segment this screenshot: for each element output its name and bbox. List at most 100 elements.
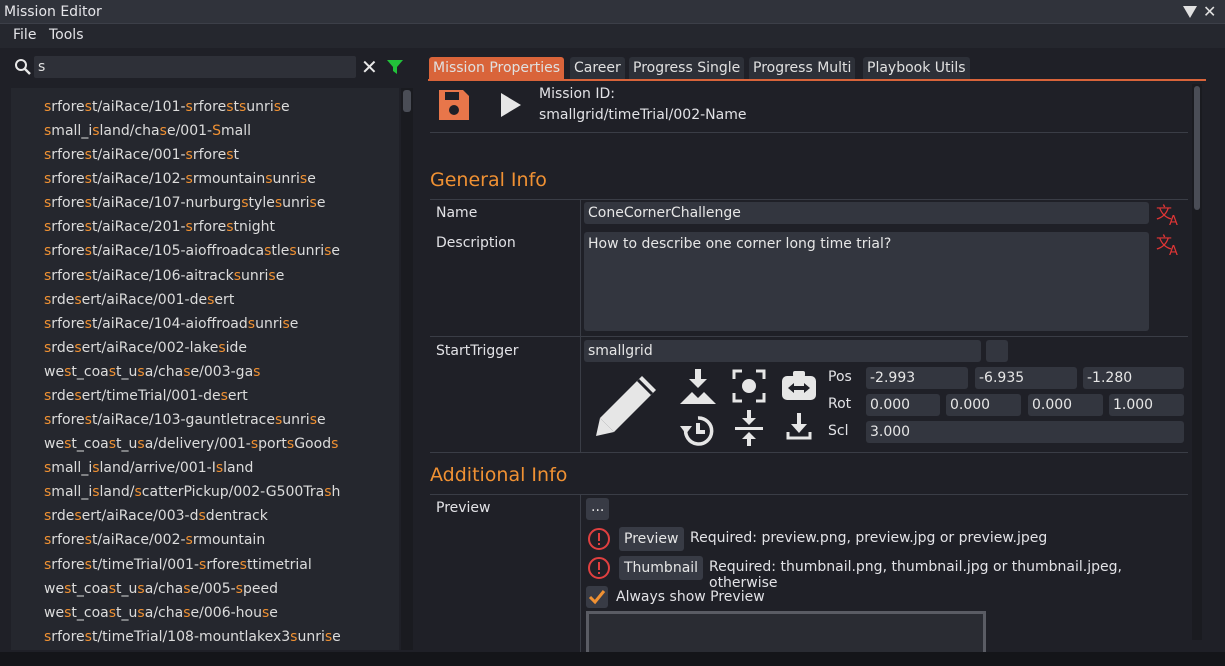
mission-list-item[interactable]: srforest/aiRace/101-srforestsunrise xyxy=(44,97,290,117)
name-field[interactable]: ConeCornerChallenge xyxy=(584,202,1149,224)
mission-list-item[interactable]: srforest/aiRace/002-srmountain xyxy=(44,530,265,550)
description-label: Description xyxy=(436,235,516,251)
menu-tools[interactable]: Tools xyxy=(49,27,84,43)
rot-x-field[interactable]: 0.000 xyxy=(866,394,940,416)
focus-camera-icon[interactable] xyxy=(732,369,766,403)
tab-progress-multi[interactable]: Progress Multi xyxy=(749,57,856,79)
rot-y-field[interactable]: 0.000 xyxy=(946,394,1021,416)
svg-text:A: A xyxy=(1169,214,1178,227)
tab-underline xyxy=(428,79,1206,81)
collapse-icon[interactable] xyxy=(1182,5,1198,19)
general-info-heading: General Info xyxy=(430,169,547,191)
status-bar xyxy=(0,652,1225,666)
rot-z-field[interactable]: 0.000 xyxy=(1028,394,1103,416)
always-show-preview-checkbox[interactable] xyxy=(586,586,608,608)
snap-down-icon[interactable] xyxy=(784,412,814,442)
divider xyxy=(430,452,1188,453)
translate-icon[interactable]: 文A xyxy=(1156,203,1182,227)
mission-editor-window: Mission Editor ✕ File Tools ✕ srforest/a… xyxy=(0,0,1225,666)
mission-list-item[interactable]: srforest/timeTrial/108-mountlakex3sunris… xyxy=(44,627,341,647)
scl-field[interactable]: 3.000 xyxy=(866,421,1184,443)
mission-list-item[interactable]: srdesert/timeTrial/001-desert xyxy=(44,386,248,406)
pos-y-field[interactable]: -6.935 xyxy=(975,367,1077,389)
thumbnail-button[interactable]: Thumbnail xyxy=(619,556,704,580)
mission-list-item[interactable]: srdesert/aiRace/002-lakeside xyxy=(44,338,247,358)
mission-list-item[interactable]: srforest/aiRace/107-nurburgstylesunrise xyxy=(44,193,325,213)
mission-list-item[interactable]: srforest/aiRace/104-aioffroadsunrise xyxy=(44,314,298,334)
mission-list-item[interactable]: srforest/aiRace/001-srforest xyxy=(44,145,239,165)
edit-pencil-icon[interactable] xyxy=(594,372,660,438)
clear-search-icon[interactable]: ✕ xyxy=(361,56,378,78)
mission-list-item[interactable]: small_island/chase/001-Small xyxy=(44,121,251,141)
mission-id-value: smallgrid/timeTrial/002-Name xyxy=(539,107,747,123)
mission-list-item[interactable]: west_coast_usa/chase/005-speed xyxy=(44,579,278,599)
tab-progress-single[interactable]: Progress Single xyxy=(629,57,745,79)
mission-list-item[interactable]: srforest/timeTrial/001-srforesttimetrial xyxy=(44,555,312,575)
window-title: Mission Editor xyxy=(4,4,102,20)
thumbnail-requirement-text: Required: thumbnail.png, thumbnail.jpg o… xyxy=(709,559,1122,591)
name-label: Name xyxy=(436,205,478,221)
divider xyxy=(430,132,1188,133)
drop-to-ground-icon[interactable] xyxy=(678,368,718,408)
search-input[interactable] xyxy=(34,56,356,78)
mission-id-label: Mission ID: xyxy=(539,86,615,102)
reset-rotation-icon[interactable] xyxy=(678,412,718,446)
mission-list-item[interactable]: srforest/aiRace/102-srmountainsunrise xyxy=(44,169,316,189)
divider xyxy=(430,494,1188,495)
search-icon xyxy=(15,59,31,75)
scale-icon[interactable] xyxy=(780,370,818,402)
start-trigger-label: StartTrigger xyxy=(436,343,519,359)
close-icon[interactable]: ✕ xyxy=(1203,4,1216,20)
column-divider xyxy=(580,200,581,340)
mission-list-item[interactable]: srdesert/aiRace/003-dsdentrack xyxy=(44,506,268,526)
menu-bar: File Tools xyxy=(0,24,1225,48)
mission-list-item[interactable]: srforest/aiRace/106-aitracksunrise xyxy=(44,266,284,286)
list-scrollbar[interactable] xyxy=(401,88,413,650)
column-divider xyxy=(580,337,581,452)
pos-x-field[interactable]: -2.993 xyxy=(866,367,968,389)
tab-mission-properties[interactable]: Mission Properties xyxy=(429,57,565,79)
rot-label: Rot xyxy=(828,396,852,412)
column-divider xyxy=(580,495,581,652)
divider xyxy=(430,199,1188,200)
translate-icon[interactable]: 文A xyxy=(1156,233,1182,257)
mission-properties-content: Mission ID: smallgrid/timeTrial/002-Name… xyxy=(428,82,1190,652)
mission-list-item[interactable]: srforest/aiRace/201-srforestnight xyxy=(44,217,275,237)
scl-label: Scl xyxy=(828,423,849,439)
mission-list-item[interactable]: west_coast_usa/chase/006-house xyxy=(44,603,278,623)
svg-text:A: A xyxy=(1169,244,1178,257)
mission-list-item[interactable]: srforest/aiRace/103-gauntletracesunrise xyxy=(44,410,326,430)
mission-list-item[interactable]: small_island/scatterPickup/002-G500Trash xyxy=(44,482,340,502)
always-show-preview-label: Always show Preview xyxy=(616,589,765,605)
save-icon[interactable] xyxy=(436,87,472,123)
mission-list: srforest/aiRace/101-srforestsunrise small… xyxy=(11,88,399,650)
tab-career[interactable]: Career xyxy=(570,57,625,79)
filter-icon[interactable] xyxy=(386,58,404,76)
mission-list-item[interactable]: small_island/arrive/001-Island xyxy=(44,458,253,478)
preview-button[interactable]: Preview xyxy=(619,527,684,551)
mission-list-item[interactable]: srforest/aiRace/105-aioffroadcastlesunri… xyxy=(44,241,340,261)
browse-preview-button[interactable]: ... xyxy=(586,498,610,520)
list-scrollbar-thumb[interactable] xyxy=(403,90,411,112)
divider xyxy=(430,336,1188,337)
description-field[interactable]: How to describe one corner long time tri… xyxy=(584,232,1149,331)
mission-list-item[interactable]: srdesert/aiRace/001-desert xyxy=(44,290,234,310)
menu-file[interactable]: File xyxy=(13,27,36,43)
rot-w-field[interactable]: 1.000 xyxy=(1109,394,1184,416)
trigger-level-field[interactable]: smallgrid xyxy=(584,340,981,362)
mission-list-item[interactable]: west_coast_usa/delivery/001-sportsGoods xyxy=(44,434,338,454)
properties-scrollbar-thumb[interactable] xyxy=(1194,86,1200,210)
preview-requirement-text: Required: preview.png, preview.jpg or pr… xyxy=(690,530,1048,546)
reset-scale-icon[interactable] xyxy=(734,410,764,446)
play-icon[interactable] xyxy=(498,90,524,120)
pos-label: Pos xyxy=(828,369,852,385)
trigger-level-dropdown[interactable] xyxy=(986,340,1008,362)
checkmark-icon xyxy=(588,590,606,605)
warning-icon xyxy=(588,557,610,579)
tab-playbook-utils[interactable]: Playbook Utils xyxy=(863,57,970,79)
pos-z-field[interactable]: -1.280 xyxy=(1083,367,1184,389)
preview-label: Preview xyxy=(436,500,491,516)
title-bar: Mission Editor ✕ xyxy=(0,0,1225,24)
mission-list-item[interactable]: west_coast_usa/chase/003-gas xyxy=(44,362,260,382)
additional-info-heading: Additional Info xyxy=(430,464,568,486)
